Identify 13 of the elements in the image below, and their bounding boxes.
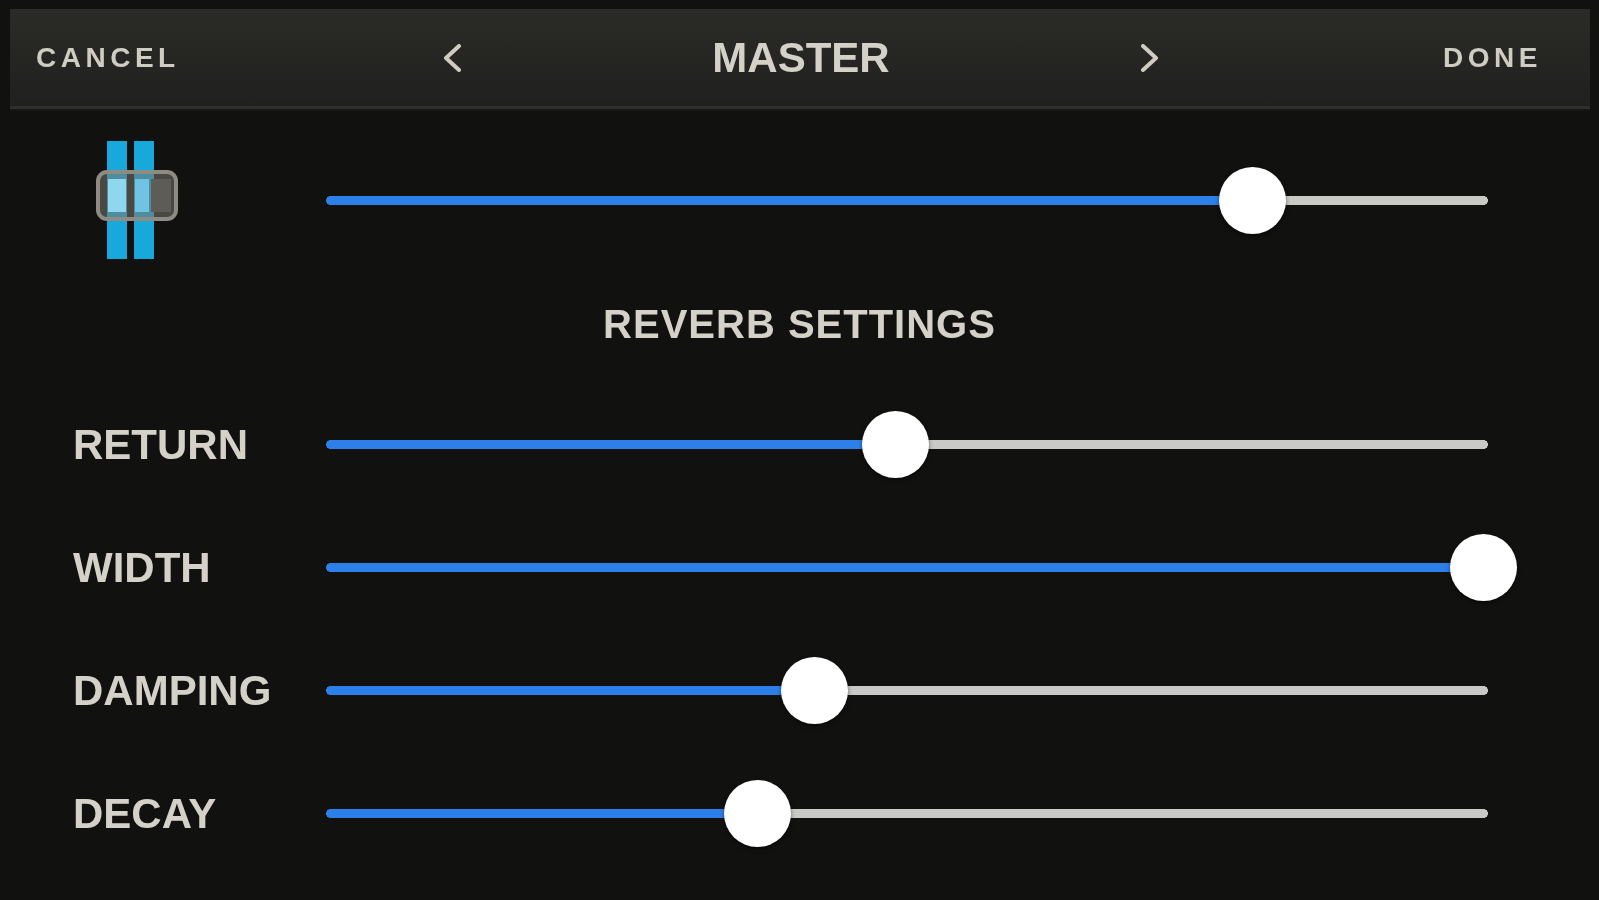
fader-icon bbox=[96, 141, 178, 259]
slider-label: RETURN bbox=[73, 419, 248, 470]
slider-label: WIDTH bbox=[73, 542, 211, 593]
slider-label: DAMPING bbox=[73, 665, 272, 716]
window-title: MASTER bbox=[712, 32, 890, 83]
chevron-left-icon bbox=[442, 43, 462, 72]
next-button[interactable] bbox=[1140, 43, 1160, 72]
section-title: REVERB SETTINGS bbox=[603, 301, 996, 347]
chevron-right-icon bbox=[1140, 43, 1160, 72]
done-button[interactable]: DONE bbox=[1443, 40, 1542, 75]
slider-label: DECAY bbox=[73, 788, 217, 839]
previous-button[interactable] bbox=[442, 43, 462, 72]
cancel-button[interactable]: CANCEL bbox=[36, 40, 180, 75]
